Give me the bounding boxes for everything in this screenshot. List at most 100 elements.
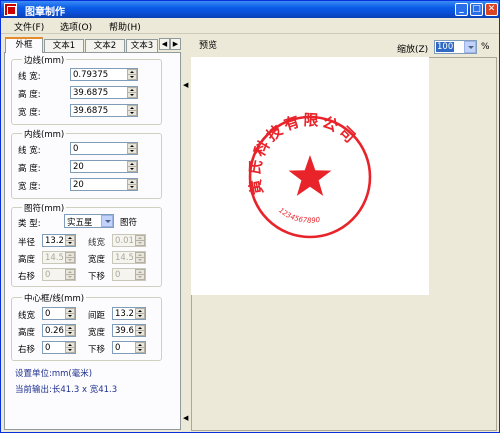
- close-button[interactable]: ✕: [485, 3, 498, 16]
- spin-down-icon[interactable]: [127, 166, 137, 172]
- collapse-left-icon[interactable]: ◀: [183, 81, 188, 89]
- border-width-spinner[interactable]: 39.6875: [70, 104, 138, 117]
- center-width-spinner[interactable]: 39.6: [112, 324, 146, 337]
- spin-down-icon[interactable]: [65, 240, 75, 246]
- preview-label: 预览: [199, 41, 218, 51]
- center-spacing-label: 间距: [88, 311, 106, 321]
- spin-down-icon[interactable]: [135, 313, 145, 319]
- collapse-left-icon-bottom[interactable]: ◀: [183, 414, 188, 422]
- inner-height-spinner[interactable]: 20: [70, 160, 138, 173]
- menu-options[interactable]: 选项(O): [60, 20, 92, 33]
- symbol-down-value: 0: [115, 270, 121, 280]
- inner-height-label: 高 度:: [18, 164, 41, 174]
- settings-pane: 外框 文本1 文本2 文本3 ◀ ▶ 边线(mm) 线 宽: 0.79375 高…: [4, 37, 181, 431]
- symbol-linewidth-spinner[interactable]: 0.01: [112, 234, 146, 247]
- spin-down-icon[interactable]: [135, 240, 145, 246]
- border-height-label: 高 度:: [18, 90, 41, 100]
- spin-down-icon[interactable]: [127, 110, 137, 116]
- tab-text2[interactable]: 文本2: [85, 39, 125, 52]
- symbol-type-select[interactable]: 实五星: [64, 214, 114, 228]
- app-stamp-icon: [4, 3, 17, 16]
- symbol-width-spinner[interactable]: 14.5: [112, 251, 146, 264]
- pane-splitter[interactable]: ◀ ◀: [182, 37, 189, 431]
- title-bar[interactable]: 图章制作 _ □ ✕: [1, 1, 499, 18]
- tab-scroll-right-icon[interactable]: ▶: [170, 38, 181, 50]
- spin-down-icon[interactable]: [65, 274, 75, 280]
- center-width-label: 宽度: [88, 328, 106, 338]
- inner-line-group: 内线(mm) 线 宽: 0 高 度: 20 宽 度: 20: [11, 128, 162, 199]
- symbol-group: 图符(mm) 类 型: 实五星 图符 半径 13.2 线宽 0.01 高度 14…: [11, 202, 162, 287]
- symbol-down-spinner[interactable]: 0: [112, 268, 146, 281]
- stamp-star-icon: [288, 155, 332, 196]
- border-line-group: 边线(mm) 线 宽: 0.79375 高 度: 39.6875 宽 度: 39…: [11, 54, 162, 125]
- zoom-label: 缩放(Z): [397, 45, 429, 55]
- chevron-down-icon[interactable]: [101, 215, 113, 227]
- app-window: 图章制作 _ □ ✕ 文件(F) 选项(O) 帮助(H) 外框 文本1 文本2 …: [0, 0, 500, 433]
- symbol-right-spinner[interactable]: 0: [42, 268, 76, 281]
- symbol-down-label: 下移: [88, 272, 106, 282]
- center-down-spinner[interactable]: 0: [112, 341, 146, 354]
- inner-width-value: 20: [73, 180, 84, 190]
- chevron-down-icon[interactable]: [464, 41, 476, 53]
- tab-text1[interactable]: 文本1: [44, 39, 84, 52]
- symbol-type-value: 实五星: [67, 218, 93, 228]
- symbol-width-value: 14.5: [115, 253, 134, 263]
- minimize-button[interactable]: _: [455, 3, 468, 16]
- inner-width-label: 宽 度:: [18, 182, 41, 192]
- menu-bar: 文件(F) 选项(O) 帮助(H): [1, 18, 499, 34]
- tab-scroll-left-icon[interactable]: ◀: [159, 38, 170, 50]
- symbol-height-spinner[interactable]: 14.5: [42, 251, 76, 264]
- spin-down-icon[interactable]: [135, 330, 145, 336]
- inner-linewidth-spinner[interactable]: 0: [70, 142, 138, 155]
- border-width-value: 39.6875: [73, 106, 109, 116]
- spin-down-icon[interactable]: [135, 257, 145, 263]
- center-spacing-spinner[interactable]: 13.2: [112, 307, 146, 320]
- spin-down-icon[interactable]: [127, 92, 137, 98]
- tab-panel-outer-frame: 边线(mm) 线 宽: 0.79375 高 度: 39.6875 宽 度: 39…: [4, 52, 181, 430]
- symbol-right-value: 0: [45, 270, 51, 280]
- symbol-linewidth-label: 线宽: [88, 238, 106, 248]
- symbol-radius-spinner[interactable]: 13.2: [42, 234, 76, 247]
- center-right-spinner[interactable]: 0: [42, 341, 76, 354]
- spin-down-icon[interactable]: [65, 313, 75, 319]
- inner-width-spinner[interactable]: 20: [70, 178, 138, 191]
- symbol-button[interactable]: 图符: [120, 216, 137, 228]
- center-linewidth-value: 0: [45, 309, 51, 319]
- center-linewidth-spinner[interactable]: 0: [42, 307, 76, 320]
- center-frame-group: 中心框/线(mm) 线宽 0 间距 13.2 高度 0.26 宽度 39.6 右…: [11, 292, 162, 361]
- tab-strip: 外框 文本1 文本2 文本3 ◀ ▶: [4, 37, 181, 53]
- border-width-label: 宽 度:: [18, 108, 41, 118]
- border-height-spinner[interactable]: 39.6875: [70, 86, 138, 99]
- symbol-linewidth-value: 0.01: [115, 236, 134, 246]
- spin-down-icon[interactable]: [65, 347, 75, 353]
- inner-line-group-title: 内线(mm): [22, 128, 67, 140]
- spin-down-icon[interactable]: [127, 74, 137, 80]
- zoom-unit: %: [481, 42, 490, 52]
- inner-linewidth-label: 线 宽:: [18, 146, 41, 156]
- border-height-value: 39.6875: [73, 88, 109, 98]
- center-height-label: 高度: [18, 328, 36, 338]
- maximize-button[interactable]: □: [470, 3, 483, 16]
- menu-help[interactable]: 帮助(H): [109, 20, 141, 33]
- center-height-spinner[interactable]: 0.26: [42, 324, 76, 337]
- symbol-radius-label: 半径: [18, 238, 36, 248]
- border-linewidth-spinner[interactable]: 0.79375: [70, 68, 138, 81]
- border-linewidth-label: 线 宽:: [18, 72, 41, 82]
- zoom-select[interactable]: 100: [434, 40, 477, 54]
- spin-down-icon[interactable]: [127, 148, 137, 154]
- border-line-group-title: 边线(mm): [22, 54, 67, 66]
- preview-pane: 预览 缩放(Z) 100 % 黄氏科技有限公司 1234567890: [191, 37, 497, 431]
- symbol-group-title: 图符(mm): [22, 202, 67, 214]
- unit-info: 设置单位:mm(毫米): [15, 369, 93, 379]
- menu-file[interactable]: 文件(F): [14, 20, 44, 33]
- tab-text3[interactable]: 文本3: [126, 39, 158, 52]
- spin-down-icon[interactable]: [65, 257, 75, 263]
- spin-down-icon[interactable]: [135, 347, 145, 353]
- spin-down-icon[interactable]: [135, 274, 145, 280]
- spin-down-icon[interactable]: [65, 330, 75, 336]
- center-frame-group-title: 中心框/线(mm): [22, 292, 87, 304]
- window-title: 图章制作: [25, 7, 65, 18]
- center-spacing-value: 13.2: [115, 309, 134, 319]
- spin-down-icon[interactable]: [127, 184, 137, 190]
- tab-outer-frame[interactable]: 外框: [5, 37, 43, 53]
